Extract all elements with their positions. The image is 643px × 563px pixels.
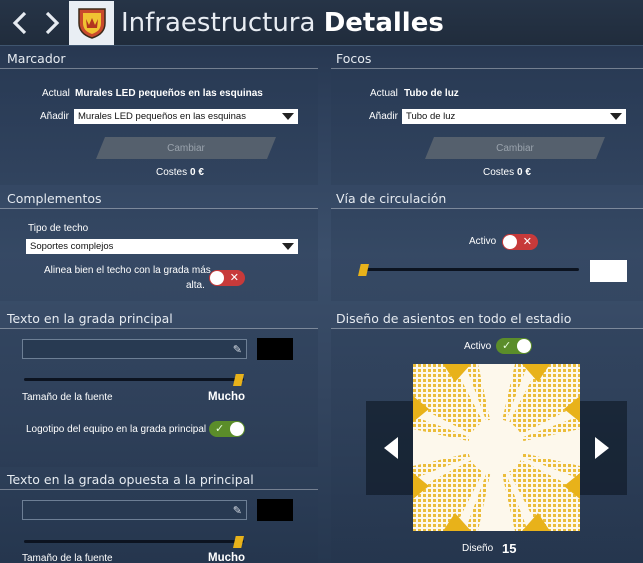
focos-add-label: Añadir bbox=[369, 111, 398, 122]
opposite-stand-font-size-label: Tamaño de la fuente bbox=[22, 553, 113, 563]
previous-design-button[interactable] bbox=[366, 401, 413, 495]
marcador-actual-label: Actual bbox=[42, 88, 70, 99]
toggle-knob bbox=[503, 235, 517, 249]
marcador-actual-value: Murales LED pequeños en las esquinas bbox=[75, 88, 263, 99]
team-logo-toggle[interactable]: ✓ bbox=[209, 421, 245, 437]
marcador-section-title: Marcador bbox=[7, 51, 66, 66]
align-roof-label-line1: Alinea bien el techo con la grada más bbox=[44, 265, 211, 276]
chevron-down-icon bbox=[610, 113, 622, 120]
marcador-add-label: Añadir bbox=[40, 111, 69, 122]
main-stand-text-section-title: Texto en la grada principal bbox=[7, 311, 173, 326]
opposite-stand-text-section-title: Texto en la grada opuesta a la principal bbox=[7, 472, 254, 487]
focos-cost-label: Costes bbox=[483, 167, 515, 178]
focos-section-title: Focos bbox=[336, 51, 372, 66]
main-stand-font-size-label: Tamaño de la fuente bbox=[22, 392, 113, 403]
toggle-knob bbox=[517, 339, 531, 353]
marcador-add-selected: Murales LED pequeños en las esquinas bbox=[78, 111, 246, 122]
opposite-stand-color-swatch[interactable] bbox=[257, 499, 293, 521]
seat-design-number-label: Diseño bbox=[462, 543, 494, 554]
page-title: Infraestructura Detalles bbox=[121, 6, 444, 40]
checkmark-icon: ✓ bbox=[215, 423, 225, 435]
opposite-stand-font-size-value: Mucho bbox=[208, 552, 246, 563]
main-stand-font-size-value: Mucho bbox=[208, 391, 246, 403]
page-title-section: Infraestructura bbox=[121, 8, 316, 38]
opposite-stand-font-slider-track[interactable] bbox=[24, 540, 244, 543]
close-icon: ✕ bbox=[522, 236, 532, 248]
team-logo-label: Logotipo del equipo en la grada principa… bbox=[26, 424, 207, 435]
club-crest-icon bbox=[77, 8, 106, 39]
seat-design-active-label: Activo bbox=[464, 341, 492, 352]
pencil-icon: ✎ bbox=[232, 505, 242, 517]
chevron-right-icon bbox=[45, 11, 60, 35]
via-section-title: Vía de circulación bbox=[336, 191, 447, 206]
seat-design-preview bbox=[413, 364, 580, 531]
pencil-icon: ✎ bbox=[232, 344, 242, 356]
focos-actual-label: Actual bbox=[370, 88, 398, 99]
focos-actual-value: Tubo de luz bbox=[404, 88, 459, 99]
marcador-change-button[interactable]: Cambiar bbox=[96, 137, 276, 159]
roof-type-label: Tipo de techo bbox=[28, 223, 89, 234]
back-button[interactable] bbox=[5, 6, 35, 40]
opposite-stand-text-input[interactable]: ✎ bbox=[22, 500, 247, 520]
via-panel bbox=[331, 209, 643, 301]
marcador-cost-value: 0 € bbox=[190, 167, 204, 178]
checkmark-icon: ✓ bbox=[502, 340, 512, 352]
toggle-knob bbox=[230, 422, 244, 436]
chevron-down-icon bbox=[282, 113, 294, 120]
main-stand-text-input[interactable]: ✎ bbox=[22, 339, 247, 359]
toggle-knob bbox=[210, 271, 224, 285]
marcador-add-dropdown[interactable]: Murales LED pequeños en las esquinas bbox=[74, 109, 298, 124]
focos-change-button[interactable]: Cambiar bbox=[425, 137, 605, 159]
next-design-button[interactable] bbox=[580, 401, 627, 495]
forward-button[interactable] bbox=[37, 6, 67, 40]
align-roof-toggle[interactable]: ✕ bbox=[209, 270, 245, 286]
focos-cost-value: 0 € bbox=[517, 167, 531, 178]
via-slider-track[interactable] bbox=[362, 268, 579, 271]
seat-design-active-toggle[interactable]: ✓ bbox=[496, 338, 532, 354]
chevron-down-icon bbox=[282, 243, 294, 250]
header-bar: Infraestructura Detalles bbox=[0, 0, 643, 46]
seat-design-section-title: Diseño de asientos en todo el estadio bbox=[336, 311, 572, 326]
club-crest-badge[interactable] bbox=[69, 1, 114, 45]
marcador-cost-label: Costes bbox=[156, 167, 188, 178]
chevron-left-icon bbox=[384, 437, 398, 459]
align-roof-label-line2: alta. bbox=[186, 280, 205, 291]
chevron-right-icon bbox=[595, 437, 609, 459]
seat-pattern-image bbox=[413, 364, 580, 531]
main-stand-color-swatch[interactable] bbox=[257, 338, 293, 360]
focos-add-selected: Tubo de luz bbox=[406, 111, 456, 122]
complementos-section-title: Complementos bbox=[7, 191, 102, 206]
focos-add-dropdown[interactable]: Tubo de luz bbox=[402, 109, 626, 124]
via-color-swatch[interactable] bbox=[590, 260, 627, 282]
via-active-toggle[interactable]: ✕ bbox=[502, 234, 538, 250]
roof-type-dropdown[interactable]: Soportes complejos bbox=[26, 239, 298, 254]
page-title-detail: Detalles bbox=[323, 8, 444, 38]
chevron-left-icon bbox=[12, 11, 27, 35]
close-icon: ✕ bbox=[229, 272, 239, 284]
seat-design-number-value: 15 bbox=[502, 541, 517, 556]
roof-type-selected: Soportes complejos bbox=[30, 241, 114, 252]
via-active-label: Activo bbox=[469, 236, 497, 247]
main-stand-font-slider-track[interactable] bbox=[24, 378, 244, 381]
